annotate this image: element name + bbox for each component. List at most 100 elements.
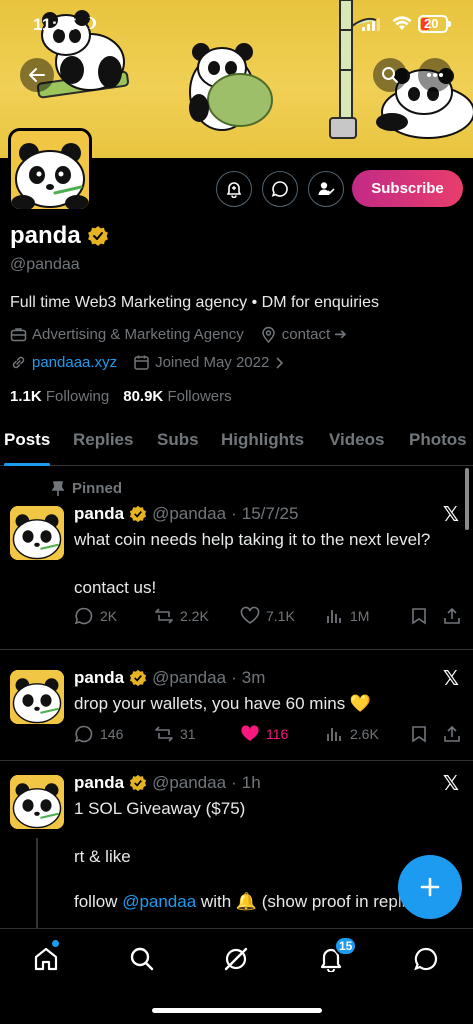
tab-videos[interactable]: Videos [329,420,384,466]
profile-location-text: contact ➔ [281,326,347,343]
following-count: 1.1K [10,388,42,405]
compose-post-button[interactable] [398,855,462,919]
post-actions: 146 31 116 2.6K [74,724,463,744]
location-pin-icon [262,326,275,343]
post-author-handle[interactable]: @pandaa [152,773,226,793]
tab-highlights[interactable]: Highlights [221,420,304,466]
views-button[interactable]: 1M [326,607,411,625]
post-avatar[interactable] [10,506,64,560]
profile-name: panda [10,222,81,249]
views-button[interactable]: 2.6K [326,725,411,743]
followers-link[interactable]: 80.9K Followers [123,388,231,405]
post-timestamp[interactable]: 1h [242,773,261,793]
reply-button[interactable]: 2K [74,606,154,626]
post-header: panda @pandaa · 1h [74,773,261,793]
cellular-signal-icon [362,18,380,31]
post-avatar[interactable] [10,670,64,724]
view-count: 2.6K [350,726,379,742]
post-text-line: drop your wallets, you have 60 mins 💛 [74,694,372,713]
profile-bio: Full time Web3 Marketing agency • DM for… [10,294,380,311]
repost-count: 31 [180,726,196,742]
post-avatar[interactable] [10,775,64,829]
bookmark-icon [412,726,426,743]
grok-button[interactable] [216,171,252,207]
share-icon [444,607,460,624]
plus-icon [420,877,440,897]
following-link[interactable]: 1.1K Following [10,388,109,405]
repost-button[interactable]: 2.2K [154,606,240,626]
post-item[interactable]: panda @pandaa · 15/7/25 𝕏 what coin need… [0,466,473,650]
grok-icon [224,947,248,971]
share-button[interactable] [443,607,463,625]
follow-status-button[interactable] [308,171,344,207]
bookmark-button[interactable] [411,607,443,625]
home-indicator-bar[interactable] [152,1008,322,1013]
tab-posts[interactable]: Posts [4,420,51,466]
chat-bubble-icon [271,181,288,197]
verified-badge-icon[interactable] [87,225,109,247]
status-time: 11:35 [33,15,78,34]
panda-avatar-image [10,506,64,560]
post-text-line: what coin needs help taking it to the ne… [74,530,431,549]
like-count: 116 [266,726,289,742]
notifications-badge: 15 [334,936,358,956]
like-button[interactable]: 7.1K [240,606,326,626]
profile-category-text: Advertising & Marketing Agency [32,325,244,343]
tab-subs[interactable]: Subs [157,420,199,466]
more-options-button[interactable] [418,58,452,92]
x-logo-icon[interactable]: 𝕏 [443,502,459,527]
profile-website-link[interactable]: pandaaa.xyz [32,354,117,371]
like-button[interactable]: 116 [240,724,326,744]
post-author-name[interactable]: panda [74,504,124,524]
profile-category: Advertising & Marketing Agency [10,326,244,343]
bell-plus-icon [226,182,242,198]
nav-grok[interactable] [220,943,252,975]
back-button[interactable] [20,58,54,92]
panda-avatar-image [10,775,64,829]
analytics-icon [327,610,341,623]
nav-messages[interactable] [410,943,442,975]
mention-link[interactable]: @pandaa [122,892,196,911]
post-author-name[interactable]: panda [74,773,124,793]
post-text-line: follow @pandaa with 🔔 (show proof in rep… [74,890,429,914]
thread-connector-line [36,838,38,928]
profile-website[interactable]: pandaaa.xyz [10,354,117,371]
post-author-name[interactable]: panda [74,668,124,688]
x-logo-icon[interactable]: 𝕏 [443,771,459,796]
repost-button[interactable]: 31 [154,724,240,744]
verified-badge-icon [129,774,147,792]
repost-count: 2.2K [180,608,209,624]
tab-photos[interactable]: Photos [409,420,467,466]
repost-icon [155,726,173,742]
bookmark-button[interactable] [411,725,443,743]
battery-level: 20 [424,16,439,31]
post-author-handle[interactable]: @pandaa [152,504,226,524]
profile-meta-row-1: Advertising & Marketing Agency contact ➔ [10,325,359,343]
more-horizontal-icon [427,73,443,77]
heart-filled-icon [241,725,259,741]
profile-joined[interactable]: Joined May 2022 [133,354,284,371]
profile-handle: @pandaa [10,256,80,273]
home-icon [34,947,58,971]
reply-button[interactable]: 146 [74,724,154,744]
nav-home[interactable] [30,943,62,975]
subscribe-button[interactable]: Subscribe [352,170,463,207]
x-logo-icon[interactable]: 𝕏 [443,666,459,691]
message-button[interactable] [262,171,298,207]
following-label: Following [45,388,110,405]
followers-label: Followers [167,388,232,405]
tab-replies[interactable]: Replies [73,420,133,466]
post-author-handle[interactable]: @pandaa [152,668,226,688]
profile-avatar[interactable] [8,128,92,212]
link-icon [12,356,25,369]
post-timestamp[interactable]: 15/7/25 [242,504,299,524]
search-button[interactable] [373,58,407,92]
nav-search[interactable] [126,943,158,975]
post-item[interactable]: panda @pandaa · 3m 𝕏 drop your wallets, … [0,650,473,761]
briefcase-icon [10,327,27,341]
bookmark-icon [412,608,426,625]
reply-icon [74,725,93,743]
post-timestamp[interactable]: 3m [242,668,266,688]
share-button[interactable] [443,725,463,743]
user-check-icon [318,182,335,195]
